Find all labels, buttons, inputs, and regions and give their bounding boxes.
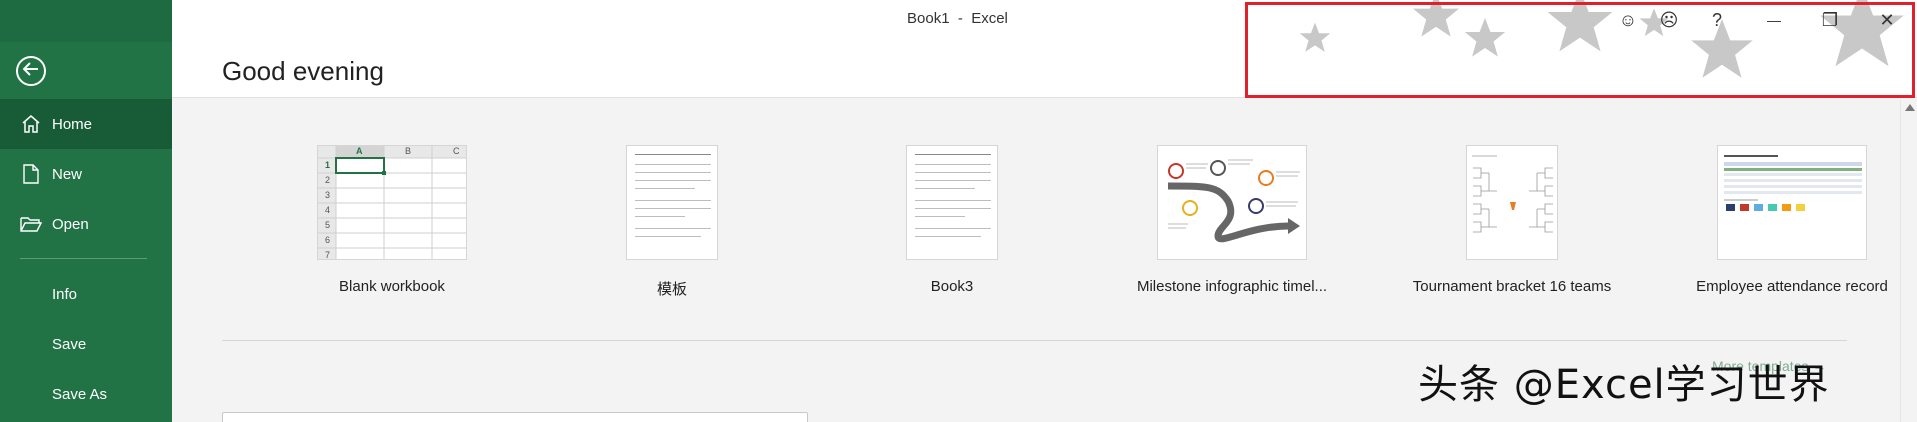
sidebar-item-open[interactable]: Open [0, 199, 172, 249]
folder-open-icon [20, 213, 42, 235]
back-button[interactable] [16, 56, 46, 86]
smile-feedback-icon: ☺ [1618, 9, 1638, 30]
sidebar-item-label: Home [52, 115, 93, 133]
minimize-button[interactable]: — [1760, 6, 1788, 34]
page-title: Good evening [222, 56, 384, 86]
row-header: 6 [325, 235, 331, 245]
sidebar-item-new[interactable]: New [0, 149, 172, 199]
bracket-icon [1472, 155, 1553, 233]
sidebar-item-home[interactable]: Home [0, 99, 172, 149]
sidebar-separator [20, 258, 147, 259]
template-label: Book3 [930, 278, 974, 295]
restore-button[interactable]: ❐ [1816, 6, 1844, 34]
sidebar-item-label: Save [52, 335, 87, 353]
template-label: Blank workbook [339, 278, 445, 295]
row-header: 5 [325, 220, 331, 230]
window-title: Book1 - Excel [907, 10, 1008, 27]
template-tournament-bracket[interactable]: Tournament bracket 16 teams [1397, 145, 1627, 305]
scroll-up-arrow-icon[interactable] [1905, 104, 1915, 111]
sidebar-item-save-as[interactable]: Save As [0, 369, 172, 419]
new-document-icon [20, 163, 42, 185]
help-icon: ? [1711, 9, 1722, 30]
row-header: 3 [325, 190, 331, 200]
minimize-icon: — [1767, 12, 1781, 28]
sidebar-item-label: Info [52, 285, 78, 303]
home-icon [20, 113, 42, 135]
template-blank-workbook[interactable]: A B C 1 2 3 4 5 6 7 Blank workbook [277, 145, 507, 305]
column-header: B [405, 146, 412, 156]
template-thumbnail [1717, 145, 1867, 260]
search-input[interactable] [222, 412, 808, 422]
close-button[interactable]: ✕ [1873, 6, 1901, 34]
sidebar-item-label: Save As [52, 385, 108, 403]
row-header: 1 [325, 160, 331, 170]
row-header: 4 [325, 205, 331, 215]
template-label: Employee attendance record [1696, 278, 1888, 295]
template-thumbnail [1466, 145, 1558, 260]
frown-feedback-button[interactable]: ☹ [1655, 6, 1683, 34]
sidebar-item-label: Open [52, 215, 89, 233]
template-thumbnail [626, 145, 718, 260]
sidebar-top-strip [0, 0, 172, 42]
smile-feedback-button[interactable]: ☺ [1614, 6, 1642, 34]
close-icon: ✕ [1879, 9, 1895, 30]
attendance-table-icon [1724, 155, 1862, 211]
template-label: 模板 [656, 281, 687, 298]
frown-feedback-icon: ☹ [1659, 9, 1679, 30]
row-header: 2 [325, 175, 331, 185]
template-label: Milestone infographic timel... [1136, 278, 1328, 295]
sidebar-item-save[interactable]: Save [0, 319, 172, 369]
template-book3[interactable]: Book3 [837, 145, 1067, 305]
template-label: Tournament bracket 16 teams [1412, 278, 1612, 295]
column-header: C [453, 146, 460, 156]
template-thumbnail: A B C 1 2 3 4 5 6 7 [317, 145, 467, 260]
backstage-sidebar: Home New Open Info Save Save As [0, 0, 172, 422]
sidebar-item-info[interactable]: Info [0, 269, 172, 319]
template-thumbnail [1157, 145, 1307, 260]
help-button[interactable]: ? [1703, 6, 1731, 34]
column-header: A [356, 146, 363, 156]
template-moban[interactable]: 模板 [557, 145, 787, 305]
section-divider [222, 340, 1847, 341]
watermark: 头条 @Excel学习世界 [1418, 362, 1830, 408]
infographic-timeline-icon [1167, 159, 1300, 243]
back-arrow-icon [22, 61, 39, 81]
template-milestone-infographic[interactable]: Milestone infographic timel... [1117, 145, 1347, 305]
spreadsheet-grid-icon [318, 146, 466, 259]
vertical-scrollbar[interactable] [1900, 100, 1917, 422]
sidebar-item-label: New [52, 165, 83, 183]
template-employee-attendance[interactable]: Employee attendance record [1677, 145, 1907, 305]
restore-icon: ❐ [1821, 9, 1839, 30]
template-thumbnail [906, 145, 998, 260]
row-header: 7 [325, 250, 331, 260]
